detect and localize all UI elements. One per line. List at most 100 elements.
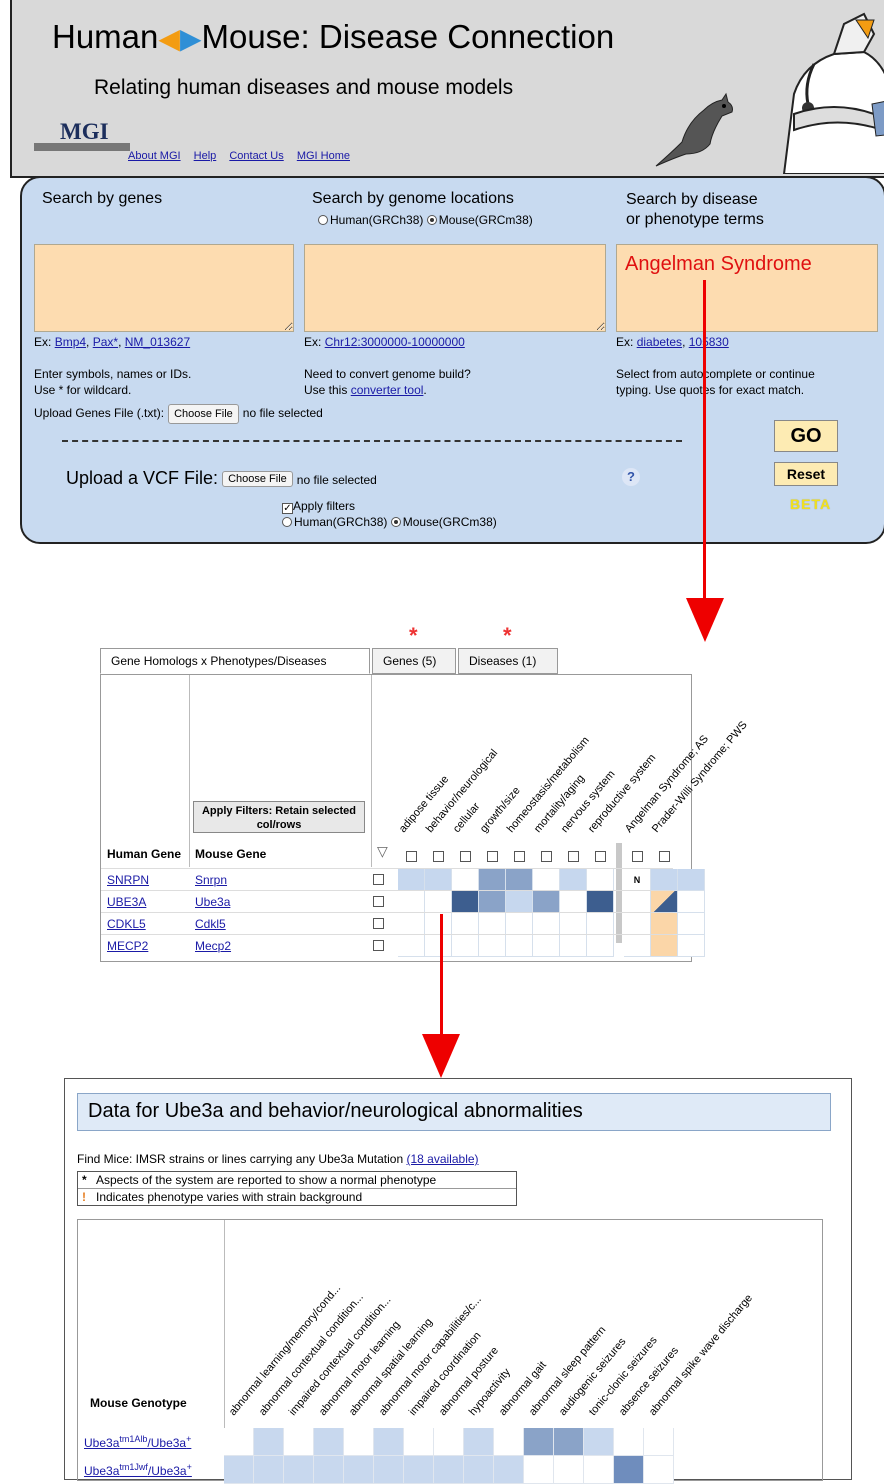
grid-cell[interactable] [678,935,705,957]
grid-cell[interactable] [587,935,614,957]
row-filter-checkbox[interactable] [373,940,384,951]
grid-cell[interactable] [506,869,533,891]
genes-input[interactable] [34,244,294,332]
grid-cell[interactable] [398,913,425,935]
grid-cell[interactable] [398,869,425,891]
column-filter-checkbox[interactable] [541,851,552,862]
mouse-gene-link[interactable]: Mecp2 [195,939,231,953]
mgi-logo[interactable]: MGI [34,115,130,155]
grid-cell[interactable] [624,913,651,935]
column-filter-checkbox[interactable] [514,851,525,862]
grid-cell[interactable] [678,891,705,913]
grid-cell[interactable] [678,869,705,891]
grid-cell[interactable] [425,913,452,935]
grid-cell[interactable] [624,891,651,913]
grid-cell[interactable] [533,935,560,957]
find-mice-link[interactable]: (18 available) [406,1152,478,1166]
example-chr12-link[interactable]: Chr12:3000000-10000000 [325,335,465,349]
grid-cell[interactable] [560,869,587,891]
column-filter-checkbox[interactable] [659,851,670,862]
grid-cell[interactable] [651,913,678,935]
row-filter-checkbox[interactable] [373,918,384,929]
grid-cell[interactable] [479,935,506,957]
genotype-link[interactable]: Ube3atm1Jwf/Ube3a+ [84,1462,192,1478]
apply-filters-button[interactable]: Apply Filters: Retain selected col/rows [193,801,365,833]
column-filter-checkbox[interactable] [595,851,606,862]
genotype-cell[interactable] [434,1428,464,1456]
grid-cell[interactable] [651,869,678,891]
genotype-cell[interactable] [254,1428,284,1456]
mouse-gene-link[interactable]: Snrpn [195,873,227,887]
grid-cell[interactable] [452,869,479,891]
human-gene-link[interactable]: MECP2 [107,939,148,953]
grid-cell[interactable] [533,913,560,935]
genotype-cell[interactable] [464,1428,494,1456]
example-nm-link[interactable]: NM_013627 [125,335,190,349]
grid-cell[interactable] [651,891,678,913]
genome-human-radio[interactable] [318,215,328,225]
column-filter-checkbox[interactable] [433,851,444,862]
grid-cell[interactable] [587,869,614,891]
grid-cell[interactable] [425,935,452,957]
grid-cell[interactable] [479,891,506,913]
grid-cell[interactable] [506,935,533,957]
grid-cell[interactable] [452,913,479,935]
grid-cell[interactable] [425,891,452,913]
grid-cell[interactable] [678,913,705,935]
tab-genes[interactable]: * Genes (5) [372,623,456,674]
grid-cell[interactable] [479,913,506,935]
grid-cell[interactable] [651,935,678,957]
genotype-cell[interactable] [524,1428,554,1456]
about-mgi-link[interactable]: About MGI [128,150,181,162]
genotype-cell[interactable] [344,1428,374,1456]
grid-cell[interactable] [560,935,587,957]
grid-cell[interactable] [560,913,587,935]
genome-mouse-radio[interactable] [426,215,437,225]
genome-location-input[interactable] [304,244,606,332]
column-filter-checkbox[interactable] [568,851,579,862]
grid-cell[interactable] [425,869,452,891]
go-button[interactable]: GO [774,420,838,452]
example-diabetes-link[interactable]: diabetes [637,335,682,349]
human-gene-link[interactable]: CDKL5 [107,917,146,931]
grid-cell[interactable] [587,913,614,935]
genotype-cell[interactable] [554,1428,584,1456]
grid-cell[interactable] [506,913,533,935]
vcf-human-radio[interactable] [282,517,292,527]
genotype-cell[interactable] [584,1428,614,1456]
column-filter-checkbox[interactable] [406,851,417,862]
filter-icon[interactable]: ▽ [377,843,388,860]
grid-cell[interactable] [452,935,479,957]
grid-cell[interactable]: N [624,869,651,891]
vcf-choose-file-button[interactable]: Choose File [222,471,293,487]
vcf-mouse-radio[interactable] [390,517,401,527]
genotype-cell[interactable] [404,1428,434,1456]
grid-cell[interactable] [506,891,533,913]
contact-us-link[interactable]: Contact Us [229,150,283,162]
tab-diseases[interactable]: * Diseases (1) [458,623,558,674]
row-filter-checkbox[interactable] [373,874,384,885]
human-gene-link[interactable]: UBE3A [107,895,146,909]
genotype-cell[interactable] [224,1428,254,1456]
help-link[interactable]: Help [194,150,217,162]
example-105830-link[interactable]: 105830 [689,335,729,349]
grid-cell[interactable] [398,935,425,957]
help-icon[interactable]: ? [622,468,640,486]
genotype-cell[interactable] [314,1428,344,1456]
grid-cell[interactable] [587,891,614,913]
grid-cell[interactable] [533,891,560,913]
column-filter-checkbox[interactable] [632,851,643,862]
human-gene-link[interactable]: SNRPN [107,873,149,887]
column-filter-checkbox[interactable] [487,851,498,862]
mgi-home-link[interactable]: MGI Home [297,150,350,162]
genotype-cell[interactable] [644,1428,674,1456]
grid-cell[interactable] [479,869,506,891]
genes-choose-file-button[interactable]: Choose File [168,404,239,424]
grid-cell[interactable] [398,891,425,913]
grid-cell[interactable] [452,891,479,913]
apply-filters-checkbox[interactable]: ✓ [282,503,293,514]
column-filter-checkbox[interactable] [460,851,471,862]
genotype-cell[interactable] [494,1428,524,1456]
reset-button[interactable]: Reset [774,462,838,486]
tab-gene-homologs[interactable]: Gene Homologs x Phenotypes/Diseases [100,648,370,674]
